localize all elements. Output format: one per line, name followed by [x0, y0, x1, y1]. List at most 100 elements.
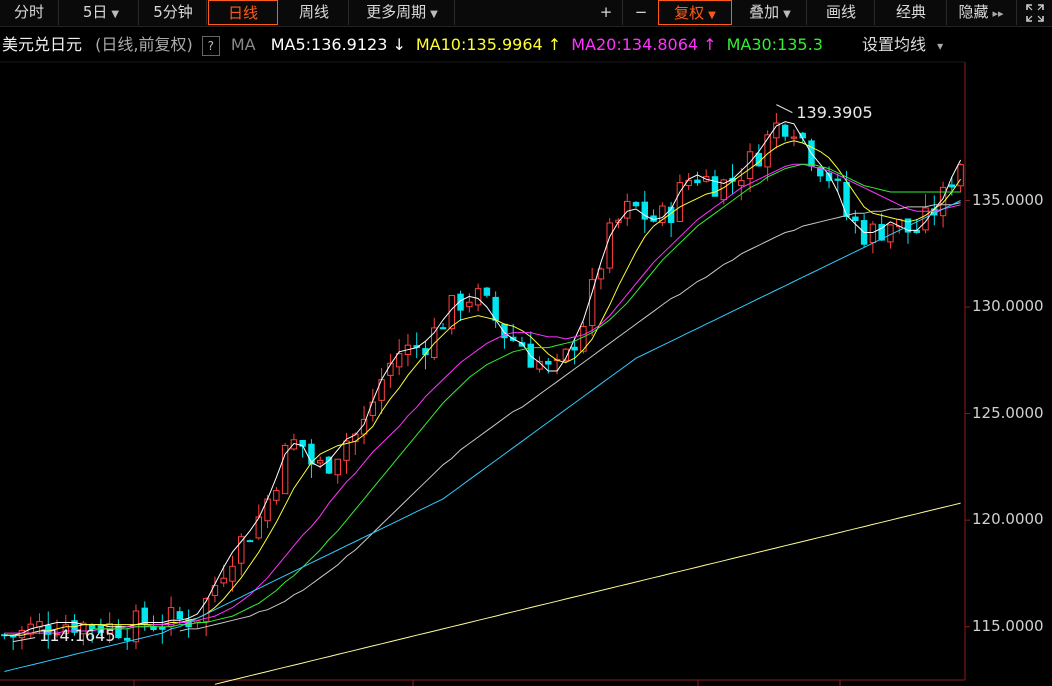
- candle-body: [378, 379, 385, 401]
- candle-44: [387, 353, 394, 388]
- y-tick-label: 135.0000: [972, 190, 1044, 209]
- candle-body: [141, 607, 148, 625]
- candle-108: [948, 176, 956, 196]
- candle-69: [606, 217, 613, 274]
- candle-103: [904, 218, 912, 244]
- ma-line-ma120: [4, 200, 961, 672]
- candle-body: [781, 124, 789, 137]
- candle-body: [238, 536, 245, 564]
- candle-33: [290, 433, 298, 451]
- candle-20: [176, 606, 184, 625]
- candle-49: [431, 317, 438, 361]
- candle-body: [466, 301, 473, 308]
- candle-47: [413, 332, 420, 359]
- candle-body: [869, 223, 877, 244]
- candle-48: [422, 341, 429, 370]
- candle-38: [334, 458, 341, 484]
- candle-18: [159, 614, 166, 644]
- candle-body: [711, 176, 719, 197]
- candle-body: [229, 565, 236, 582]
- high-price-label: 139.3905: [796, 102, 873, 122]
- low-price-label: 114.1645: [39, 625, 116, 645]
- candle-17: [150, 615, 157, 632]
- candle-50: [439, 322, 447, 330]
- candle-body: [18, 629, 26, 639]
- candle-body: [316, 459, 324, 464]
- candle-71: [624, 193, 631, 226]
- candle-1: [9, 634, 17, 651]
- candle-body: [176, 611, 184, 620]
- candle-32: [281, 442, 289, 495]
- ma-line-ma10: [4, 140, 962, 636]
- candle-body: [852, 216, 859, 222]
- candle-89: [781, 123, 789, 142]
- candle-body: [694, 179, 701, 184]
- candle-body: [281, 444, 289, 495]
- candle-body: [746, 151, 754, 179]
- candle-55: [483, 286, 491, 298]
- candle-80: [702, 169, 710, 183]
- candle-109: [957, 163, 964, 193]
- ma-line-ma20: [4, 163, 961, 634]
- candle-body: [685, 179, 692, 187]
- candle-74: [650, 209, 657, 223]
- candlestick-chart[interactable]: [0, 0, 1052, 686]
- candle-67: [588, 267, 596, 337]
- candle-body: [273, 490, 280, 501]
- candle-body: [545, 360, 552, 365]
- candle-99: [869, 221, 877, 254]
- candle-52: [457, 290, 464, 322]
- candle-14: [123, 628, 131, 650]
- candle-body: [123, 637, 131, 641]
- candle-body: [159, 626, 166, 630]
- candle-75: [659, 202, 666, 227]
- y-tick-label: 120.0000: [972, 510, 1044, 529]
- candle-43: [378, 367, 385, 414]
- candle-body: [395, 353, 403, 368]
- ma-line-ma5: [4, 121, 962, 636]
- candle-88: [773, 112, 780, 149]
- candle-body: [790, 136, 798, 139]
- candle-31: [273, 487, 280, 505]
- candle-body: [948, 184, 956, 188]
- candle-body: [483, 287, 491, 296]
- candle-73: [641, 190, 649, 233]
- candle-77: [676, 174, 684, 223]
- candle-body: [334, 458, 341, 476]
- candle-body: [571, 346, 578, 351]
- candle-body: [834, 178, 842, 181]
- low-arrow: [13, 637, 36, 643]
- candle-body: [220, 577, 227, 584]
- candle-72: [632, 201, 640, 208]
- candle-2: [18, 626, 26, 650]
- ma-line-ma60: [179, 202, 961, 632]
- candle-29: [255, 504, 263, 541]
- candle-0: [1, 633, 8, 640]
- candle-76: [667, 202, 675, 238]
- high-arrow: [776, 104, 793, 114]
- candle-body: [764, 134, 771, 168]
- y-tick-label: 125.0000: [972, 403, 1044, 422]
- candle-body: [115, 625, 122, 639]
- candle-45: [395, 339, 403, 376]
- candle-body: [439, 327, 447, 330]
- candle-body: [738, 180, 745, 186]
- candle-54: [474, 283, 482, 312]
- y-tick-label: 130.0000: [972, 297, 1044, 316]
- y-tick-label: 115.0000: [972, 616, 1044, 635]
- ma-line-ma30: [92, 163, 961, 630]
- candle-body: [632, 201, 640, 207]
- candle-body: [246, 540, 254, 543]
- candle-body: [325, 456, 333, 474]
- candle-59: [518, 336, 526, 347]
- candle-3: [27, 616, 34, 638]
- candle-body: [624, 200, 631, 219]
- candle-101: [887, 224, 894, 249]
- candle-23: [202, 597, 210, 637]
- candle-body: [474, 288, 482, 306]
- ma-line-ma250: [214, 502, 961, 685]
- candle-body: [369, 401, 377, 416]
- candle-90: [790, 129, 798, 147]
- candle-body: [606, 222, 613, 269]
- candle-22: [194, 620, 201, 629]
